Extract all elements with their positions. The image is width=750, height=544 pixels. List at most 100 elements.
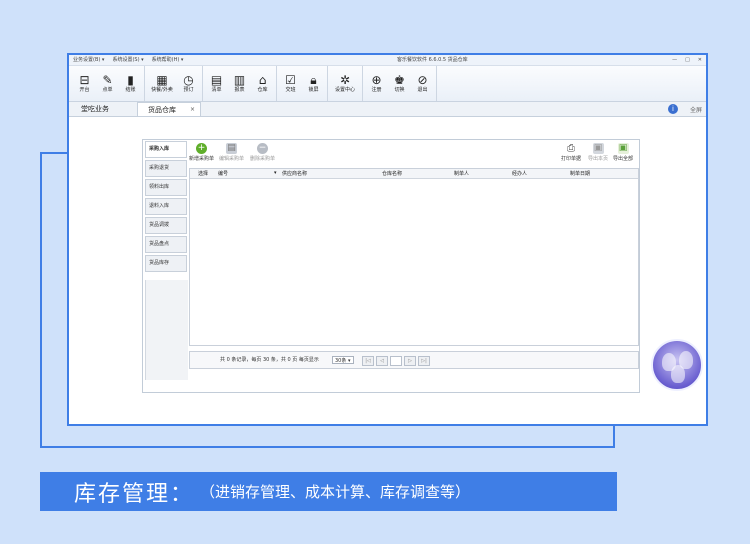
sidenav-item-purchase-return[interactable]: 采购退货 — [145, 160, 187, 177]
banner-title: 库存管理： — [74, 481, 195, 507]
ribbon-report-button[interactable]: ▥ 报表 — [228, 66, 251, 101]
ribbon-label: 结账 — [125, 87, 136, 93]
banner-subtitle: （进销存管理、成本计算、库存调查等） — [200, 483, 471, 501]
ribbon-register-button[interactable]: ⊕ 注册 — [365, 66, 388, 101]
tab-warehouse[interactable]: 货品仓库 × — [137, 102, 201, 116]
gear-icon: ✲ — [339, 73, 351, 87]
print-button[interactable]: ⎙ 打印单据 — [561, 143, 581, 162]
document-tabs: 堂吃业务 货品仓库 × i 全屏 — [69, 102, 706, 117]
edit-purchase-label: 编辑采购单 — [219, 156, 245, 162]
column-supplier[interactable]: 供应商名称 — [282, 170, 307, 177]
window-controls: — □ ✕ — [672, 55, 702, 65]
warehouse-sidenav: 采购入库 采购退货 领料出库 退料入库 货品调拨 货品盘点 货品库存 — [144, 140, 188, 274]
ribbon-list-button[interactable]: ▤ 清单 — [205, 66, 228, 101]
pager: |◁ ◁ ▷ ▷| — [362, 356, 430, 366]
ribbon-group-takeout: ▦ 快餐/外卖 ◷ 预订 — [145, 66, 203, 101]
export-all-label: 导出全部 — [613, 156, 634, 162]
switch-user-icon: ♚ — [394, 73, 405, 87]
info-icon[interactable]: i — [668, 104, 678, 114]
sidenav-item-purchase-in[interactable]: 采购入库 — [145, 141, 187, 158]
sidenav-item-transfer[interactable]: 货品调拨 — [145, 217, 187, 234]
tab-dine-in[interactable]: 堂吃业务 — [81, 104, 109, 114]
warehouse-panel: 采购入库 采购退货 领料出库 退料入库 货品调拨 货品盘点 货品库存 + 新增采购… — [142, 139, 640, 393]
column-code[interactable]: 编号 — [218, 170, 228, 177]
export-all-icon: ▣ — [617, 143, 629, 154]
takeout-icon: ▦ — [156, 73, 168, 87]
sort-arrow-icon: ▾ — [274, 170, 277, 176]
ribbon-checkout-button[interactable]: ▮ 结账 — [119, 66, 142, 101]
window-title: 客乐餐饮软件 6.6.0.5 货品仓库 — [397, 57, 468, 63]
page-number-input[interactable] — [390, 356, 402, 366]
ribbon-label: 清单 — [211, 87, 222, 93]
exit-icon: ⊘ — [417, 73, 428, 87]
ribbon-label: 设置中心 — [334, 87, 355, 93]
sidenav-filler — [145, 280, 188, 380]
first-page-button[interactable]: |◁ — [362, 356, 374, 366]
sidenav-item-stocktake[interactable]: 货品盘点 — [145, 236, 187, 253]
sidenav-item-material-return[interactable]: 退料入库 — [145, 198, 187, 215]
brand-logo — [651, 339, 703, 391]
purchase-toolbar: + 新增采购单 ▤ 编辑采购单 − 删除采购单 ⎙ 打印单据 ▣ 导出本页 ▣ 导出全部 — [189, 140, 639, 168]
last-page-button[interactable]: ▷| — [418, 356, 430, 366]
export-page-button[interactable]: ▣ 导出本页 — [588, 143, 608, 162]
menu-system-settings[interactable]: 系统设置(S) ▾ — [112, 55, 143, 65]
ribbon-settings-button[interactable]: ✲ 设置中心 — [330, 66, 360, 101]
new-purchase-label: 新增采购单 — [189, 156, 215, 162]
page-size-select[interactable]: 30条 ▾ — [332, 356, 354, 364]
column-handler[interactable]: 经办人 — [512, 170, 527, 177]
plus-icon: + — [196, 143, 207, 154]
ribbon-group-settings: ✲ 设置中心 — [328, 66, 363, 101]
close-window-button[interactable]: ✕ — [698, 55, 702, 65]
shift-icon: ☑ — [285, 73, 296, 87]
column-date[interactable]: 制单日期 — [570, 170, 590, 177]
ribbon-open-table-button[interactable]: ⊟ 开台 — [73, 66, 96, 101]
fullscreen-button[interactable]: 全屏 — [690, 105, 702, 114]
export-all-button[interactable]: ▣ 导出全部 — [613, 143, 633, 162]
sidenav-item-inventory[interactable]: 货品库存 — [145, 255, 187, 272]
ribbon-order-button[interactable]: ✎ 点单 — [96, 66, 119, 101]
book-icon: ▮ — [127, 73, 134, 87]
sidenav-item-material-out[interactable]: 领料出库 — [145, 179, 187, 196]
warehouse-icon: ⌂ — [258, 73, 267, 87]
feature-banner: 库存管理： （进销存管理、成本计算、库存调查等） — [40, 472, 617, 511]
lock-icon: 🔒︎ — [310, 73, 317, 87]
minus-icon: − — [257, 143, 268, 154]
ribbon-label: 注册 — [371, 87, 382, 93]
menu-business-settings[interactable]: 业务设置(B) ▾ — [73, 55, 104, 65]
menu-system-help[interactable]: 系统帮助(H) ▾ — [152, 55, 184, 65]
new-purchase-button[interactable]: + 新增采购单 — [189, 143, 214, 162]
clock-icon: ◷ — [183, 73, 194, 87]
pen-icon: ✎ — [102, 73, 113, 87]
table-footer: 共 0 条记录，每页 30 条，共 0 页 每页显示 30条 ▾ |◁ ◁ ▷ … — [189, 351, 639, 369]
ribbon-reserve-button[interactable]: ◷ 预订 — [177, 66, 200, 101]
edit-purchase-button[interactable]: ▤ 编辑采购单 — [219, 143, 244, 162]
ribbon-exit-button[interactable]: ⊘ 退出 — [411, 66, 434, 101]
column-creator[interactable]: 制单人 — [454, 170, 469, 177]
prev-page-button[interactable]: ◁ — [376, 356, 388, 366]
delete-purchase-button[interactable]: − 删除采购单 — [250, 143, 275, 162]
tab-warehouse-label: 货品仓库 — [148, 105, 176, 114]
ribbon-label: 交班 — [285, 87, 296, 93]
delete-purchase-label: 删除采购单 — [250, 156, 276, 162]
ribbon-switch-user-button[interactable]: ♚ 切换 — [388, 66, 411, 101]
column-warehouse[interactable]: 仓库名称 — [382, 170, 402, 177]
ribbon-label: 点单 — [102, 87, 113, 93]
ribbon-takeout-button[interactable]: ▦ 快餐/外卖 — [147, 66, 177, 101]
tab-close-icon[interactable]: × — [190, 106, 195, 113]
maximize-button[interactable]: □ — [685, 55, 690, 65]
ribbon-label: 预订 — [183, 87, 194, 93]
printer-icon: ⎙ — [567, 143, 575, 154]
ribbon-warehouse-button[interactable]: ⌂ 仓库 — [251, 66, 274, 101]
column-select[interactable]: 选择 — [198, 170, 208, 177]
ribbon-shift-button[interactable]: ☑ 交班 — [279, 66, 302, 101]
document-icon: ▤ — [226, 143, 237, 154]
purchase-content: + 新增采购单 ▤ 编辑采购单 − 删除采购单 ⎙ 打印单据 ▣ 导出本页 ▣ 导出全部 选… — [189, 140, 639, 392]
menu-bar: 业务设置(B) ▾ 系统设置(S) ▾ 系统帮助(H) ▾ — [73, 55, 183, 65]
next-page-button[interactable]: ▷ — [404, 356, 416, 366]
print-label: 打印单据 — [561, 156, 582, 162]
minimize-button[interactable]: — — [672, 55, 677, 65]
ribbon-group-shift: ☑ 交班 🔒︎ 锁屏 — [277, 66, 328, 101]
ribbon-lock-button[interactable]: 🔒︎ 锁屏 — [302, 66, 325, 101]
table-icon: ⊟ — [79, 73, 90, 87]
ribbon-label: 快餐/外卖 — [151, 87, 173, 93]
